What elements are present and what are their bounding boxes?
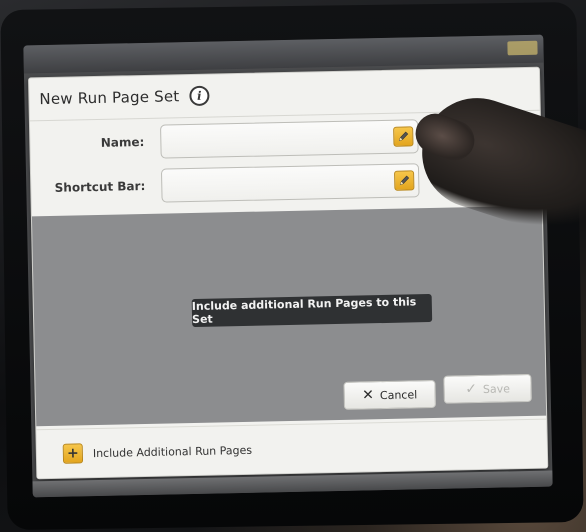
dialog-footer: + Include Additional Run Pages <box>36 418 548 479</box>
name-edit-pencil-icon[interactable] <box>393 126 414 147</box>
include-additional-run-pages-label[interactable]: Include Additional Run Pages <box>93 443 252 459</box>
checkmark-icon: ✓ <box>465 381 478 398</box>
name-label: Name: <box>100 134 145 150</box>
save-button[interactable]: ✓ Save <box>443 373 532 404</box>
run-pages-area: Include additional Run Pages to this Set… <box>31 205 547 427</box>
save-button-label: Save <box>482 381 511 396</box>
include-pages-tooltip: Include additional Run Pages to this Set <box>191 293 433 328</box>
dialog-title: New Run Page Set <box>39 87 180 109</box>
name-field[interactable] <box>160 119 419 159</box>
info-icon[interactable]: i <box>189 85 210 107</box>
cancel-button[interactable]: ✕ Cancel <box>343 379 437 410</box>
close-icon: ✕ <box>362 387 375 404</box>
cancel-button-label: Cancel <box>379 387 418 402</box>
shortcut-bar-field[interactable] <box>160 163 420 203</box>
top-bar-indicator <box>507 40 538 56</box>
shortcut-bar-edit-pencil-icon[interactable] <box>394 170 415 191</box>
plus-icon[interactable]: + <box>62 443 84 464</box>
shortcut-bar-label: Shortcut Bar: <box>54 178 146 195</box>
